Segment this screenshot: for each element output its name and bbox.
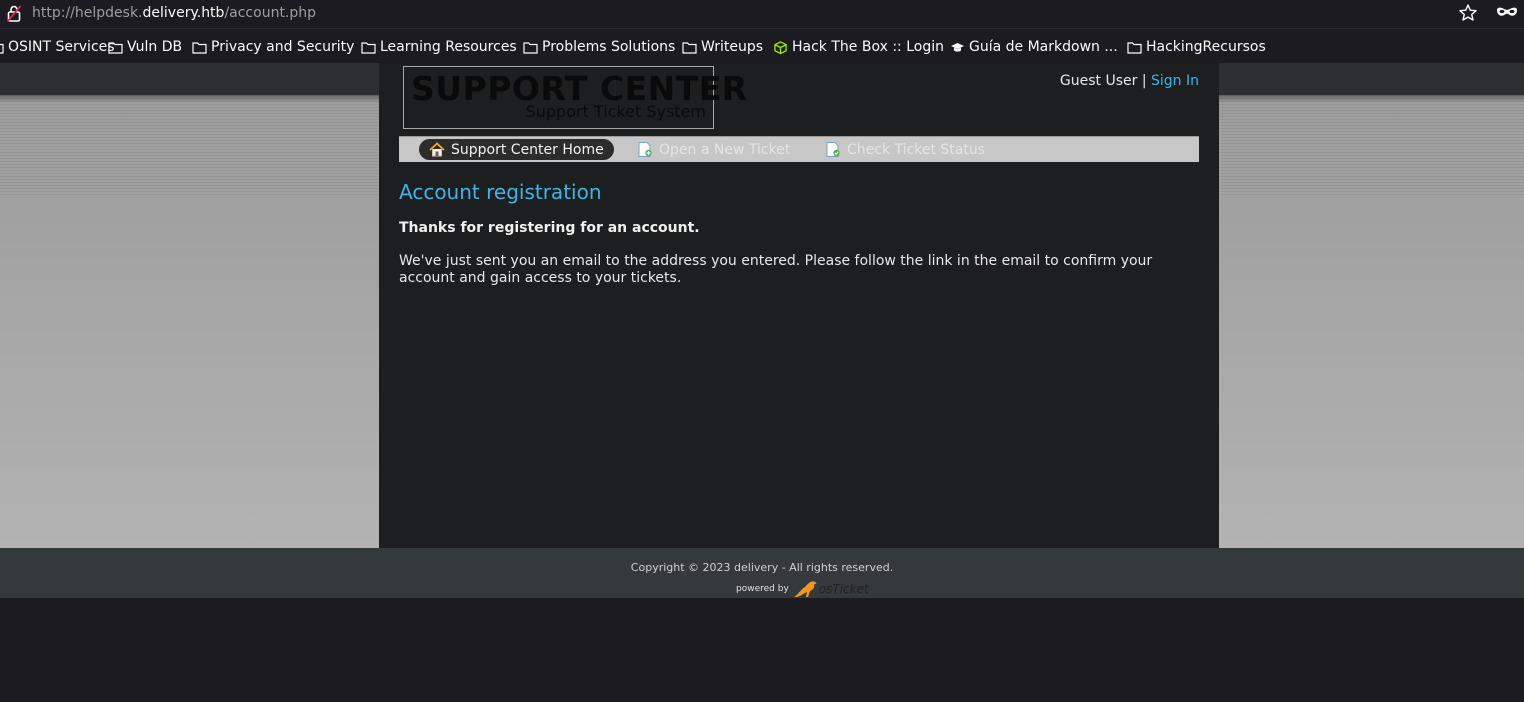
bookmark-label: Writeups (701, 39, 764, 55)
bookmark-guia-markdown[interactable]: Guía de Markdown ... (950, 38, 1118, 56)
bookmark-label: OSINT Services (8, 39, 115, 55)
bookmark-privacy-security[interactable]: Privacy and Security (192, 38, 354, 56)
page-title: Account registration (399, 180, 602, 204)
nav-support-center-home[interactable]: Support Center Home (419, 139, 614, 160)
nav-check-ticket-status[interactable]: Check Ticket Status (825, 139, 985, 160)
user-info: Guest User | Sign In (1060, 73, 1199, 89)
nav-label: Open a New Ticket (659, 141, 791, 158)
nav-open-new-ticket[interactable]: Open a New Ticket (637, 139, 790, 160)
bookmark-star-icon[interactable] (1458, 3, 1478, 23)
main-nav: Support Center Home Open a New Ticket Ch… (399, 136, 1199, 162)
nav-label: Support Center Home (451, 141, 604, 158)
powered-by-label: powered by (736, 584, 789, 594)
sign-in-link[interactable]: Sign In (1151, 73, 1199, 89)
bookmark-label: Learning Resources (380, 39, 517, 55)
url-path: /account.php (224, 5, 317, 21)
bookmark-learning-resources[interactable]: Learning Resources (361, 38, 517, 56)
osticket-brand-text: osTicket (818, 582, 869, 596)
bookmark-writeups[interactable]: Writeups (682, 38, 763, 56)
bookmark-hack-the-box[interactable]: Hack The Box :: Login (773, 38, 944, 56)
powered-by-osticket[interactable]: powered by osTicket (736, 580, 869, 598)
bookmark-label: Vuln DB (127, 39, 183, 55)
bookmark-label: Hack The Box :: Login (792, 39, 944, 55)
graduation-cap-icon (951, 42, 964, 52)
url-host: delivery.htb (142, 5, 225, 21)
site-logo[interactable]: SUPPORT CENTER Support Ticket System (403, 66, 747, 129)
bookmarks-toolbar: OSINT Services Vuln DB Privacy and Secur… (0, 29, 1524, 64)
folder-icon (1127, 41, 1142, 54)
logo-subtitle: Support Ticket System (525, 102, 706, 121)
nav-label: Check Ticket Status (847, 141, 985, 158)
bookmark-hackingrecursos[interactable]: HackingRecursos (1127, 38, 1266, 56)
browser-url-bar[interactable]: http://helpdesk.delivery.htb/account.php (0, 0, 1524, 29)
bookmark-problems-solutions[interactable]: Problems Solutions (523, 38, 675, 56)
home-icon (429, 142, 445, 157)
copyright-text: Copyright © 2023 delivery - All rights r… (630, 561, 894, 574)
content-container: SUPPORT CENTER Support Ticket System Gue… (379, 63, 1219, 550)
ticket-status-icon (826, 142, 840, 157)
folder-icon (523, 41, 538, 54)
web-page: SUPPORT CENTER Support Ticket System Gue… (0, 63, 1524, 702)
new-ticket-icon (638, 142, 652, 157)
bookmark-label: Problems Solutions (542, 39, 676, 55)
page-footer: Copyright © 2023 delivery - All rights r… (0, 548, 1524, 598)
url-text[interactable]: http://helpdesk.delivery.htb/account.php (32, 5, 316, 21)
bookmark-vuln-db[interactable]: Vuln DB (108, 38, 182, 56)
folder-icon (682, 41, 697, 54)
osticket-kangaroo-logo-icon (793, 581, 817, 597)
private-browsing-mask-icon[interactable] (1496, 5, 1518, 21)
bookmark-label: Guía de Markdown ... (969, 39, 1118, 55)
bookmark-label: HackingRecursos (1146, 39, 1266, 55)
htb-cube-icon (774, 40, 787, 54)
url-prefix: http://helpdesk. (32, 5, 143, 21)
guest-user-label: Guest User (1059, 73, 1138, 89)
folder-icon (192, 41, 207, 54)
separator: | (1141, 73, 1147, 89)
bookmark-label: Privacy and Security (211, 39, 355, 55)
folder-icon (108, 41, 123, 54)
confirmation-message: We've just sent you an email to the addr… (399, 253, 1153, 286)
thanks-heading: Thanks for registering for an account. (399, 220, 700, 236)
bookmark-osint-services[interactable]: OSINT Services (0, 38, 115, 56)
insecure-lock-icon[interactable] (7, 5, 21, 22)
folder-icon (0, 43, 4, 54)
folder-icon (361, 41, 376, 54)
